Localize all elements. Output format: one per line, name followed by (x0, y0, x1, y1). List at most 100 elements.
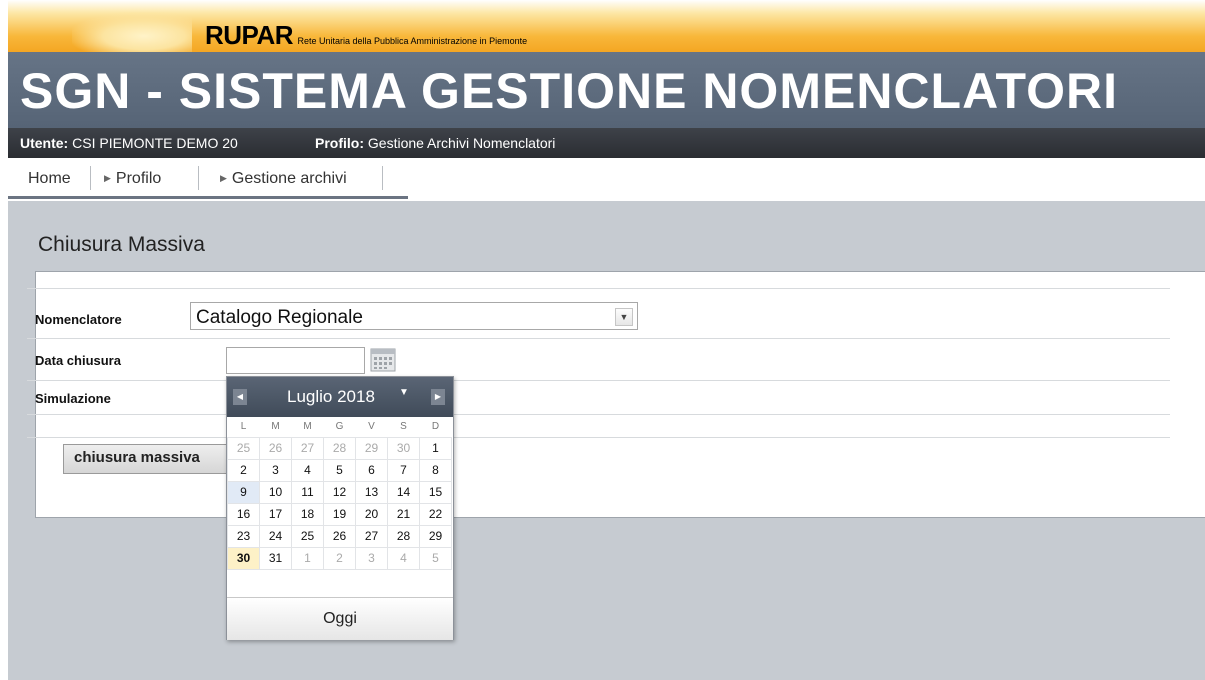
calendar-week-row: 2345678 (227, 458, 452, 482)
calendar-day[interactable]: 27 (355, 524, 388, 548)
nav-home[interactable]: Home (28, 170, 71, 188)
datepicker-month-label[interactable]: Luglio 2018 (287, 387, 375, 407)
calendar-day[interactable]: 25 (227, 436, 260, 460)
nav-gestione-label: Gestione archivi (231, 170, 347, 187)
profile-value: Gestione Archivi Nomenclatori (367, 135, 556, 151)
oggi-button[interactable]: Oggi (227, 610, 453, 628)
calendar-day[interactable]: 4 (291, 458, 324, 482)
row-separator (27, 414, 1170, 438)
calendar-day[interactable]: 3 (355, 546, 388, 570)
calendar-day[interactable]: 14 (387, 480, 420, 504)
calendar-day-selected[interactable]: 9 (227, 480, 260, 504)
calendar-day[interactable]: 16 (227, 502, 260, 526)
nav-gestione-archivi[interactable]: ▶ Gestione archivi (220, 170, 347, 188)
piemonte-map-logo (72, 12, 192, 52)
caret-down-icon[interactable]: ▼ (399, 387, 409, 398)
nav-profilo[interactable]: ▶ Profilo (104, 170, 161, 188)
calendar-day[interactable]: 8 (419, 458, 452, 482)
triangle-right-icon: ▶ (220, 173, 227, 183)
calendar-week-row: 25 26 27 28 29 30 1 (227, 436, 452, 460)
calendar-day[interactable]: 17 (259, 502, 292, 526)
nav-divider (90, 166, 91, 190)
rupar-banner: RUPAR Rete Unitaria della Pubblica Ammin… (8, 0, 1205, 52)
weekday-label: S (400, 421, 407, 433)
weekday-label: M (303, 421, 312, 433)
simulazione-label: Simulazione (35, 391, 111, 406)
calendar-day[interactable]: 2 (227, 458, 260, 482)
calendar-day[interactable]: 22 (419, 502, 452, 526)
calendar-day[interactable]: 4 (387, 546, 420, 570)
calendar-day[interactable]: 5 (323, 458, 356, 482)
weekday-label: G (335, 421, 344, 433)
calendar-day[interactable]: 21 (387, 502, 420, 526)
nav-bar: Home ▶ Profilo ▶ Gestione archivi (8, 158, 1205, 199)
app-title-bar: SGN - SISTEMA GESTIONE NOMENCLATORI (8, 52, 1205, 128)
weekday-label: D (431, 421, 440, 433)
calendar-day[interactable]: 26 (259, 436, 292, 460)
calendar-day[interactable]: 10 (259, 480, 292, 504)
chevron-right-icon[interactable]: ▶ (431, 389, 445, 405)
calendar-day[interactable]: 31 (259, 546, 292, 570)
data-chiusura-label: Data chiusura (35, 353, 121, 368)
rupar-logo: RUPAR Rete Unitaria della Pubblica Ammin… (205, 20, 527, 51)
calendar-day[interactable]: 5 (419, 546, 452, 570)
calendar-day[interactable]: 29 (419, 524, 452, 548)
chevron-down-icon[interactable]: ▼ (615, 308, 633, 326)
profile-info: Profilo: Gestione Archivi Nomenclatori (315, 128, 555, 158)
datepicker-popup: ◀ Luglio 2018 ▼ ▶ L M M G V S D 25 26 27 28 29 30 1 2 3… (226, 376, 454, 640)
calendar-day[interactable]: 20 (355, 502, 388, 526)
calendar-day[interactable]: 24 (259, 524, 292, 548)
calendar-day[interactable]: 18 (291, 502, 324, 526)
nav-profilo-label: Profilo (115, 170, 162, 187)
calendar-day[interactable]: 1 (419, 436, 452, 460)
calendar-day[interactable]: 11 (291, 480, 324, 504)
weekday-header-row: LMMGVSD (228, 417, 452, 437)
calendar-week-row: 9 10 11 12 13 14 15 (227, 480, 452, 504)
page-title: Chiusura Massiva (38, 233, 205, 256)
nomenclatore-label: Nomenclatore (35, 312, 122, 327)
calendar-icon[interactable] (368, 345, 398, 375)
datepicker-footer: Oggi (227, 597, 453, 640)
calendar-day[interactable]: 25 (291, 524, 324, 548)
calendar-day[interactable]: 28 (323, 436, 356, 460)
triangle-right-icon: ▶ (104, 173, 111, 183)
data-chiusura-input[interactable] (226, 347, 365, 374)
rupar-brand-subtitle: Rete Unitaria della Pubblica Amministraz… (297, 36, 528, 46)
calendar-day[interactable]: 12 (323, 480, 356, 504)
user-label: Utente: (20, 135, 69, 151)
weekday-label: L (240, 421, 247, 433)
calendar-day[interactable]: 19 (323, 502, 356, 526)
datepicker-calendar-grid: L M M G V S D 25 26 27 28 29 30 1 2 3 4 5 6 7 8 9 10 11 12 13 14 15… (227, 417, 452, 570)
weekday-label: M (271, 421, 280, 433)
calendar-day[interactable]: 27 (291, 436, 324, 460)
calendar-day[interactable]: 26 (323, 524, 356, 548)
nomenclatore-selected-value: Catalogo Regionale (196, 307, 363, 328)
calendar-day[interactable]: 28 (387, 524, 420, 548)
chevron-left-icon[interactable]: ◀ (233, 389, 247, 405)
row-simulazione: Simulazione (27, 380, 1170, 415)
calendar-day[interactable]: 1 (291, 546, 324, 570)
chiusura-massiva-button[interactable]: chiusura massiva (63, 444, 233, 474)
calendar-day[interactable]: 2 (323, 546, 356, 570)
calendar-week-row: 30 31 1 2 3 4 5 (227, 546, 452, 570)
rupar-brand: RUPAR (205, 20, 294, 50)
nomenclatore-select[interactable]: Catalogo Regionale ▼ (190, 302, 638, 330)
calendar-day[interactable]: 15 (419, 480, 452, 504)
calendar-day[interactable]: 13 (355, 480, 388, 504)
calendar-day[interactable]: 29 (355, 436, 388, 460)
calendar-day-today[interactable]: 30 (227, 546, 260, 570)
app-title: SGN - SISTEMA GESTIONE NOMENCLATORI (20, 63, 1119, 119)
calendar-day[interactable]: 7 (387, 458, 420, 482)
row-data-chiusura: Data chiusura (27, 338, 1170, 381)
calendar-day[interactable]: 23 (227, 524, 260, 548)
calendar-week-row: 23 24 25 26 27 28 29 (227, 524, 452, 548)
calendar-day[interactable]: 6 (355, 458, 388, 482)
calendar-day[interactable]: 3 (259, 458, 292, 482)
user-info-bar: Utente: CSI PIEMONTE DEMO 20 Profilo: Ge… (8, 128, 1205, 158)
datepicker-header: ◀ Luglio 2018 ▼ ▶ (227, 377, 453, 417)
user-value: CSI PIEMONTE DEMO 20 (72, 135, 238, 151)
weekday-label: V (368, 421, 375, 433)
calendar-day[interactable]: 30 (387, 436, 420, 460)
profile-label: Profilo: (315, 135, 364, 151)
nav-divider (198, 166, 199, 190)
